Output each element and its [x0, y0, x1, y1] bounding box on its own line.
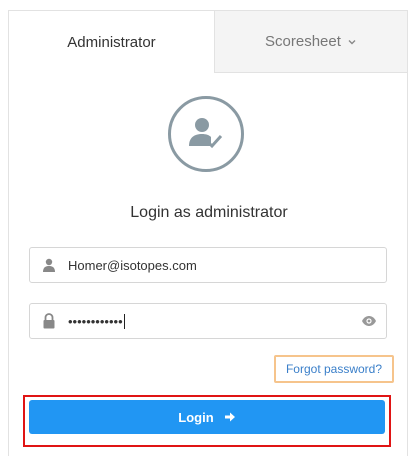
tab-bar: Administrator Scoresheet — [9, 11, 407, 73]
login-title: Login as administrator — [130, 204, 288, 221]
login-button[interactable]: Login — [29, 400, 385, 434]
lock-icon — [30, 304, 68, 338]
login-button-label: Login — [178, 409, 214, 425]
chevron-down-icon — [348, 39, 356, 44]
password-field[interactable]: •••••••••••• — [29, 303, 387, 339]
eye-icon[interactable] — [352, 304, 386, 338]
user-icon — [30, 248, 68, 282]
email-field[interactable]: Homer@isotopes.com — [29, 247, 387, 283]
forgot-password-link[interactable]: Forgot password? — [274, 355, 394, 383]
login-card: Administrator Scoresheet Login as admini… — [8, 10, 408, 456]
user-check-icon — [189, 118, 223, 149]
password-value: •••••••••••• — [68, 313, 123, 329]
email-value: Homer@isotopes.com — [68, 257, 197, 273]
tab-administrator[interactable]: Administrator — [9, 11, 214, 73]
text-caret — [123, 313, 125, 329]
admin-avatar — [168, 96, 244, 172]
arrow-right-icon — [224, 411, 236, 423]
tab-scoresheet[interactable]: Scoresheet — [213, 11, 407, 73]
tab-scoresheet-label: Scoresheet — [265, 33, 341, 50]
tab-administrator-label: Administrator — [67, 33, 156, 51]
